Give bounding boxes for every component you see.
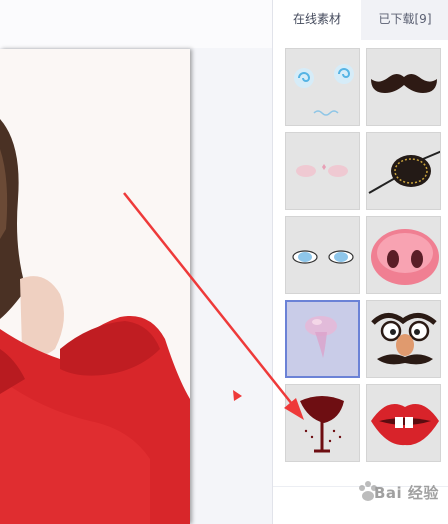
- sticker-tile[interactable]: [285, 48, 360, 126]
- portrait-photo: [0, 49, 190, 524]
- mustache-icon: [371, 74, 437, 93]
- canvas-toolbar-strip: [0, 0, 272, 48]
- tongue-icon: [305, 316, 337, 358]
- sticker-tile[interactable]: [285, 384, 360, 462]
- eye-patch-icon: [368, 150, 440, 194]
- dizzy-eyes-icon: [294, 64, 354, 116]
- sticker-tile[interactable]: [366, 48, 441, 126]
- sticker-tile[interactable]: [285, 132, 360, 210]
- material-tabs: 在线素材 已下载[9]: [273, 0, 448, 40]
- cartoon-eyes-icon: [292, 250, 354, 264]
- sticker-tile[interactable]: [366, 132, 441, 210]
- sticker-panel: 在线素材 已下载[9]: [272, 0, 448, 524]
- sticker-grid: [285, 48, 445, 468]
- sticker-tile[interactable]: [366, 300, 441, 378]
- watermark-text: Bai 经验: [374, 484, 439, 502]
- vampire-lips-icon: [371, 404, 439, 446]
- photo-canvas[interactable]: [0, 49, 190, 524]
- tab-online-materials[interactable]: 在线素材: [273, 0, 361, 40]
- sticker-tile-selected[interactable]: [285, 300, 360, 378]
- sticker-editor-window: 在线素材 已下载[9] Bai 经验: [0, 0, 448, 524]
- tab-downloaded[interactable]: 已下载[9]: [361, 0, 448, 40]
- canvas-area: [0, 0, 272, 524]
- sticker-tile[interactable]: [366, 216, 441, 294]
- dripping-lips-icon: [300, 396, 344, 453]
- sticker-tile[interactable]: [285, 216, 360, 294]
- blush-icon: [296, 164, 348, 177]
- funny-glasses-icon: [371, 313, 437, 365]
- sticker-tile[interactable]: [366, 384, 441, 462]
- pig-nose-icon: [371, 229, 439, 285]
